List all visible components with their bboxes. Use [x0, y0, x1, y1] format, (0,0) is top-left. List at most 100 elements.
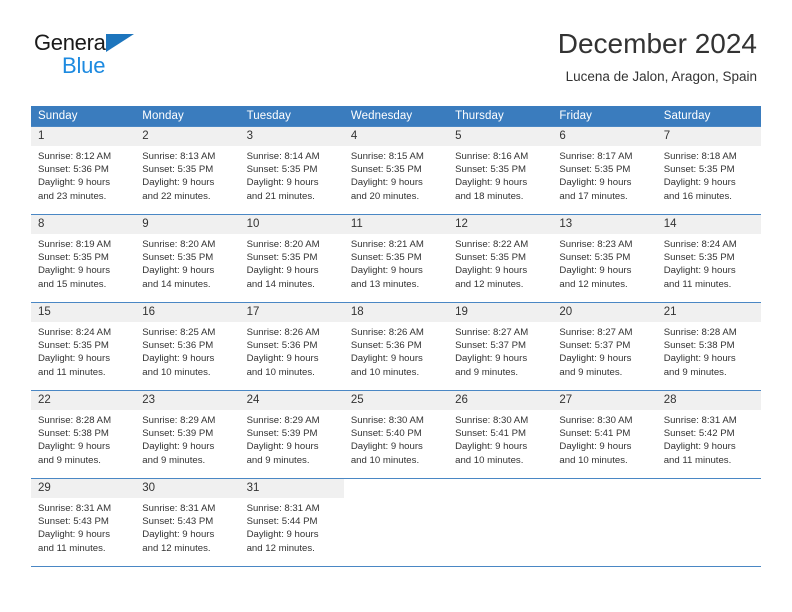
- weekday-header-thursday: Thursday: [448, 106, 553, 127]
- daylight-text-line2: and 10 minutes.: [350, 366, 420, 378]
- daylight-text-line2: and 12 minutes.: [246, 542, 315, 554]
- calendar-day-cell[interactable]: 11 Sunrise: 8:21 AM Sunset: 5:35 PM Dayligh…: [343, 214, 449, 303]
- calendar-day-cell[interactable]: 18 Sunrise: 8:26 AM Sunset: 5:36 PM Dayligh…: [343, 302, 449, 391]
- daylight-text-line1: Daylight: 9 hours: [142, 177, 215, 189]
- calendar-day-cell[interactable]: 3 Sunrise: 8:14 AM Sunset: 5:35 PM Daylight…: [239, 126, 344, 215]
- calendar-day-cell[interactable]: 22 Sunrise: 8:28 AM Sunset: 5:38 PM Dayligh…: [31, 390, 136, 479]
- daylight-text-line2: and 16 minutes.: [663, 190, 732, 202]
- calendar-day-cell[interactable]: 13 Sunrise: 8:23 AM Sunset: 5:35 PM Dayligh…: [552, 214, 657, 303]
- day-number: 19: [448, 303, 553, 322]
- sunset-text: Sunset: 5:42 PM: [663, 428, 735, 440]
- calendar-day-cell[interactable]: 7 Sunrise: 8:18 AM Sunset: 5:35 PM Daylight…: [656, 126, 761, 215]
- day-sun-info: Sunrise: 8:23 AM Sunset: 5:35 PM Daylight:…: [552, 234, 656, 291]
- title-block: December 2024 Lucena de Jalon, Aragon, S…: [558, 28, 757, 84]
- day-number: 21: [656, 303, 761, 322]
- calendar-day-cell-empty: [656, 478, 761, 567]
- calendar-day-cell[interactable]: 24 Sunrise: 8:29 AM Sunset: 5:39 PM Dayligh…: [239, 390, 344, 479]
- day-sun-info: Sunrise: 8:20 AM Sunset: 5:35 PM Daylight:…: [240, 234, 344, 291]
- day-number: 7: [656, 127, 761, 146]
- sunrise-text: Sunrise: 8:31 AM: [142, 503, 216, 514]
- calendar-day-cell[interactable]: 17 Sunrise: 8:26 AM Sunset: 5:36 PM Dayligh…: [239, 302, 344, 391]
- daylight-text-line1: Daylight: 9 hours: [559, 177, 632, 189]
- calendar-day-cell[interactable]: 1 Sunrise: 8:12 AM Sunset: 5:36 PM Daylight…: [31, 126, 136, 215]
- calendar-day-cell[interactable]: 14 Sunrise: 8:24 AM Sunset: 5:35 PM Dayligh…: [656, 214, 761, 303]
- day-sun-info: Sunrise: 8:26 AM Sunset: 5:36 PM Daylight:…: [240, 322, 344, 379]
- weekday-header-friday: Friday: [552, 106, 657, 127]
- calendar-day-cell[interactable]: 26 Sunrise: 8:30 AM Sunset: 5:41 PM Dayligh…: [448, 390, 553, 479]
- calendar-day-cell[interactable]: 20 Sunrise: 8:27 AM Sunset: 5:37 PM Dayligh…: [552, 302, 657, 391]
- day-sun-info: Sunrise: 8:14 AM Sunset: 5:35 PM Daylight:…: [240, 146, 344, 203]
- calendar-day-cell[interactable]: 30 Sunrise: 8:31 AM Sunset: 5:43 PM Dayligh…: [135, 478, 240, 567]
- calendar-day-cell[interactable]: 29 Sunrise: 8:31 AM Sunset: 5:43 PM Dayligh…: [31, 478, 136, 567]
- day-sun-info: Sunrise: 8:12 AM Sunset: 5:36 PM Daylight:…: [31, 146, 135, 203]
- calendar-day-cell-empty: [552, 478, 657, 567]
- calendar-day-cell[interactable]: 10 Sunrise: 8:20 AM Sunset: 5:35 PM Dayligh…: [239, 214, 344, 303]
- day-number: 27: [552, 391, 657, 410]
- day-sun-info: Sunrise: 8:30 AM Sunset: 5:40 PM Daylight:…: [344, 410, 448, 467]
- day-sun-info: Sunrise: 8:30 AM Sunset: 5:41 PM Daylight:…: [448, 410, 552, 467]
- sunset-text: Sunset: 5:36 PM: [246, 340, 318, 352]
- calendar-day-cell[interactable]: 2 Sunrise: 8:13 AM Sunset: 5:35 PM Daylight…: [135, 126, 240, 215]
- day-number: 4: [343, 127, 449, 146]
- calendar-day-cell[interactable]: 27 Sunrise: 8:30 AM Sunset: 5:41 PM Dayligh…: [552, 390, 657, 479]
- daylight-text-line1: Daylight: 9 hours: [663, 177, 736, 189]
- sunset-text: Sunset: 5:41 PM: [455, 428, 527, 440]
- sunset-text: Sunset: 5:36 PM: [350, 340, 422, 352]
- sunset-text: Sunset: 5:38 PM: [38, 428, 109, 440]
- weekday-header-tuesday: Tuesday: [239, 106, 344, 127]
- daylight-text-line1: Daylight: 9 hours: [455, 441, 528, 453]
- daylight-text-line2: and 11 minutes.: [663, 278, 732, 290]
- weekday-header-saturday: Saturday: [656, 106, 761, 127]
- day-sun-info: Sunrise: 8:16 AM Sunset: 5:35 PM Daylight:…: [448, 146, 552, 203]
- daylight-text-line1: Daylight: 9 hours: [455, 353, 528, 365]
- calendar-day-cell[interactable]: 6 Sunrise: 8:17 AM Sunset: 5:35 PM Daylight…: [552, 126, 657, 215]
- sunrise-text: Sunrise: 8:19 AM: [38, 239, 112, 250]
- daylight-text-line2: and 14 minutes.: [246, 278, 315, 290]
- day-number: 8: [31, 215, 136, 234]
- sunrise-text: Sunrise: 8:30 AM: [350, 415, 424, 426]
- day-sun-info: Sunrise: 8:13 AM Sunset: 5:35 PM Daylight:…: [135, 146, 239, 203]
- sunset-text: Sunset: 5:35 PM: [455, 164, 527, 176]
- daylight-text-line2: and 21 minutes.: [246, 190, 315, 202]
- day-number: 10: [239, 215, 344, 234]
- calendar-day-cell[interactable]: 25 Sunrise: 8:30 AM Sunset: 5:40 PM Dayligh…: [343, 390, 449, 479]
- daylight-text-line1: Daylight: 9 hours: [142, 441, 215, 453]
- day-sun-info: Sunrise: 8:24 AM Sunset: 5:35 PM Daylight:…: [657, 234, 761, 291]
- calendar-day-cell[interactable]: 16 Sunrise: 8:25 AM Sunset: 5:36 PM Dayligh…: [135, 302, 240, 391]
- daylight-text-line2: and 9 minutes.: [455, 366, 519, 378]
- day-sun-info: Sunrise: 8:20 AM Sunset: 5:35 PM Daylight:…: [135, 234, 239, 291]
- day-sun-info: Sunrise: 8:29 AM Sunset: 5:39 PM Daylight:…: [240, 410, 344, 467]
- day-sun-info: Sunrise: 8:17 AM Sunset: 5:35 PM Daylight:…: [552, 146, 656, 203]
- calendar-day-cell[interactable]: 15 Sunrise: 8:24 AM Sunset: 5:35 PM Dayligh…: [31, 302, 136, 391]
- calendar-day-cell[interactable]: 5 Sunrise: 8:16 AM Sunset: 5:35 PM Daylight…: [448, 126, 553, 215]
- sunrise-text: Sunrise: 8:31 AM: [246, 503, 320, 514]
- calendar-day-cell[interactable]: 19 Sunrise: 8:27 AM Sunset: 5:37 PM Dayligh…: [448, 302, 553, 391]
- daylight-text-line1: Daylight: 9 hours: [38, 265, 110, 277]
- sunrise-text: Sunrise: 8:30 AM: [559, 415, 633, 426]
- day-number: 25: [343, 391, 449, 410]
- daylight-text-line1: Daylight: 9 hours: [663, 353, 736, 365]
- daylight-text-line1: Daylight: 9 hours: [246, 353, 319, 365]
- calendar-day-cell[interactable]: 12 Sunrise: 8:22 AM Sunset: 5:35 PM Dayligh…: [448, 214, 553, 303]
- calendar-day-cell[interactable]: 28 Sunrise: 8:31 AM Sunset: 5:42 PM Dayligh…: [656, 390, 761, 479]
- calendar-day-cell[interactable]: 8 Sunrise: 8:19 AM Sunset: 5:35 PM Daylight…: [31, 214, 136, 303]
- day-number: 12: [448, 215, 553, 234]
- calendar-page: General Blue December 2024 Lucena de Jal…: [0, 0, 792, 612]
- calendar-day-cell[interactable]: 23 Sunrise: 8:29 AM Sunset: 5:39 PM Dayligh…: [135, 390, 240, 479]
- calendar-day-cell[interactable]: 21 Sunrise: 8:28 AM Sunset: 5:38 PM Dayligh…: [656, 302, 761, 391]
- calendar-day-cell[interactable]: 4 Sunrise: 8:15 AM Sunset: 5:35 PM Daylight…: [343, 126, 449, 215]
- day-number: 24: [239, 391, 344, 410]
- generalblue-logo: General Blue: [34, 32, 154, 78]
- calendar-week-row: 1 Sunrise: 8:12 AM Sunset: 5:36 PM Daylight…: [31, 126, 761, 215]
- sunrise-text: Sunrise: 8:18 AM: [663, 151, 737, 162]
- daylight-text-line2: and 11 minutes.: [38, 542, 106, 554]
- sunset-text: Sunset: 5:35 PM: [350, 164, 422, 176]
- calendar-week-row: 29 Sunrise: 8:31 AM Sunset: 5:43 PM Dayligh…: [31, 478, 761, 567]
- daylight-text-line1: Daylight: 9 hours: [38, 177, 110, 189]
- sunset-text: Sunset: 5:35 PM: [142, 252, 214, 264]
- day-number: 16: [135, 303, 240, 322]
- day-number: 26: [448, 391, 553, 410]
- calendar-day-cell[interactable]: 9 Sunrise: 8:20 AM Sunset: 5:35 PM Daylight…: [135, 214, 240, 303]
- daylight-text-line1: Daylight: 9 hours: [663, 265, 736, 277]
- calendar-day-cell[interactable]: 31 Sunrise: 8:31 AM Sunset: 5:44 PM Dayligh…: [239, 478, 344, 567]
